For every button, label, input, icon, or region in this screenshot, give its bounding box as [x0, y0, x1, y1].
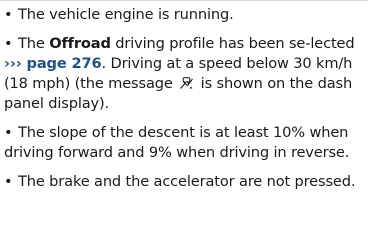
hill-descent-icon — [179, 76, 194, 91]
list-item-text-pre: The — [18, 35, 50, 52]
conditions-list: • The vehicle engine is running. • The Off… — [0, 0, 368, 243]
list-item-text: The vehicle engine is running. — [18, 6, 234, 23]
list-item-slope: • The slope of the descent is at least 10… — [4, 123, 365, 163]
bullet-marker: • — [4, 173, 13, 190]
list-item-pedals: • The brake and the accelerator are not p… — [4, 172, 365, 192]
list-item-text: The brake and the accelerator are not pr… — [18, 173, 356, 190]
list-item-text-mid: driving profile has been se-lected — [110, 35, 355, 52]
page-reference-link[interactable]: ››› page 276 — [4, 55, 102, 72]
bullet-marker: • — [4, 35, 13, 52]
list-item-engine-running: • The vehicle engine is running. — [4, 5, 365, 25]
offroad-profile-name: Offroad — [49, 35, 111, 52]
bullet-marker: • — [4, 124, 13, 141]
list-item-offroad-profile: • The Offroad driving profile has been se… — [4, 34, 365, 114]
list-item-text: The slope of the descent is at least 10%… — [4, 124, 350, 161]
bullet-marker: • — [4, 6, 13, 23]
